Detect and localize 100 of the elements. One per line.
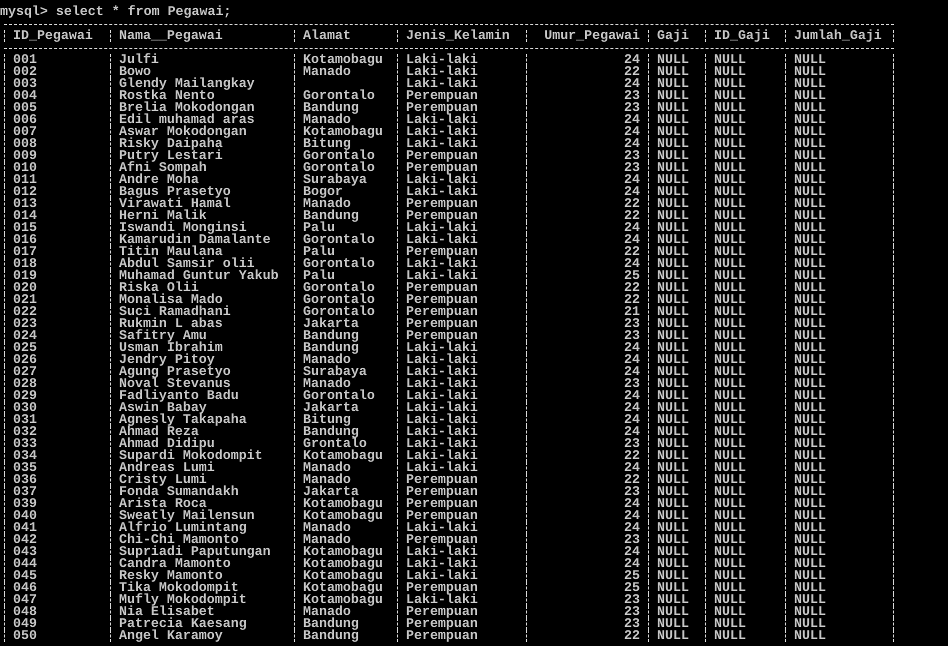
table-cell: NULL [714,402,746,414]
table-cell: Bandung [303,426,359,438]
table-cell: Kotamobagu [303,570,383,582]
table-cell: NULL [714,186,746,198]
table-cell: Putry Lestari [119,150,223,162]
table-cell: NULL [794,450,826,462]
table-cell: NULL [657,378,689,390]
table-cell: NULL [657,390,689,402]
table-cell: Grontalo [303,438,367,450]
table-cell: Perempuan [406,162,478,174]
table-cell: NULL [714,294,746,306]
table-cell: NULL [714,618,746,630]
table-cell: Laki-laki [406,414,478,426]
table-cell: NULL [657,66,689,78]
table-cell: Perempuan [406,198,478,210]
table-cell: Perempuan [406,534,478,546]
table-cell: Perempuan [406,90,478,102]
table-cell: Usman Ibrahim [119,342,223,354]
table-cell: NULL [657,186,689,198]
table-cell: Chi-Chi Mamonto [119,534,239,546]
table-cell: NULL [657,330,689,342]
table-cell: Agung Prasetyo [119,366,231,378]
table-cell: Bitung [303,138,351,150]
table-cell: 021 [13,294,37,306]
table-cell: NULL [714,438,746,450]
table-cell: NULL [657,498,689,510]
table-cell: 24 [624,402,640,414]
table-cell: Palu [303,246,335,258]
table-cell: NULL [657,294,689,306]
table-cell: 22 [624,630,640,642]
table-cell: 24 [624,546,640,558]
table-cell: 046 [13,582,37,594]
table-cell: NULL [714,114,746,126]
table-cell: 25 [624,582,640,594]
table-cell: NULL [714,318,746,330]
table-cell: NULL [714,66,746,78]
table-cell: 23 [624,534,640,546]
table-cell: NULL [794,186,826,198]
table-cell: Laki-laki [406,594,478,606]
table-cell: Afni Sompah [119,162,207,174]
table-cell: Gorontalo [303,150,375,162]
table-cell: NULL [657,198,689,210]
table-cell: 022 [13,306,37,318]
table-cell: 025 [13,342,37,354]
table-cell: Kotamobagu [303,498,383,510]
table-cell: 013 [13,198,37,210]
table-cell: 23 [624,378,640,390]
table-cell: Gorontalo [303,258,375,270]
table-cell: 032 [13,426,37,438]
table-cell: 047 [13,594,37,606]
table-cell: NULL [794,330,826,342]
table-cell: NULL [794,234,826,246]
table-cell: Laki-laki [406,234,478,246]
table-cell: Manado [303,534,351,546]
table-cell: Julfi [119,54,159,66]
table-cell: 009 [13,150,37,162]
table-cell: NULL [714,570,746,582]
table-cell: NULL [714,582,746,594]
table-cell: NULL [657,306,689,318]
table-cell: NULL [714,150,746,162]
table-cell: Perempuan [406,498,478,510]
table-cell: NULL [794,114,826,126]
table-cell: Gorontalo [303,234,375,246]
table-cell: NULL [794,606,826,618]
table-cell: 23 [624,594,640,606]
table-cell: Riska Olii [119,282,199,294]
table-cell: Perempuan [406,306,478,318]
table-cell: Manado [303,378,351,390]
table-cell: Kotamobagu [303,450,383,462]
table-cell: Manado [303,522,351,534]
table-cell: NULL [657,318,689,330]
table-cell: NULL [657,246,689,258]
table-cell: Bowo [119,66,151,78]
table-cell: Perempuan [406,510,478,522]
table-cell: NULL [657,174,689,186]
table-cell: 041 [13,522,37,534]
table-cell: Kotamobagu [303,510,383,522]
table-cell: 24 [624,498,640,510]
table-cell: 23 [624,90,640,102]
table-cell: 017 [13,246,37,258]
table-cell: NULL [714,354,746,366]
table-cell: 030 [13,402,37,414]
table-cell: Perempuan [406,294,478,306]
table-cell: Monalisa Mado [119,294,223,306]
column-header: Nama__Pegawai [119,30,223,42]
table-cell: Aswar Mokodongan [119,126,247,138]
table-cell: 22 [624,450,640,462]
column-header: Alamat [303,30,351,42]
table-cell: Laki-laki [406,222,478,234]
table-cell: NULL [657,270,689,282]
table-cell: Manado [303,462,351,474]
table-cell: Laki-laki [406,522,478,534]
table-cell: NULL [794,222,826,234]
table-cell: 048 [13,606,37,618]
table-cell: NULL [794,198,826,210]
table-cell: NULL [714,534,746,546]
table-cell: Manado [303,606,351,618]
table-cell: Noval Stevanus [119,378,231,390]
table-cell: Laki-laki [406,186,478,198]
table-cell: Laki-laki [406,402,478,414]
